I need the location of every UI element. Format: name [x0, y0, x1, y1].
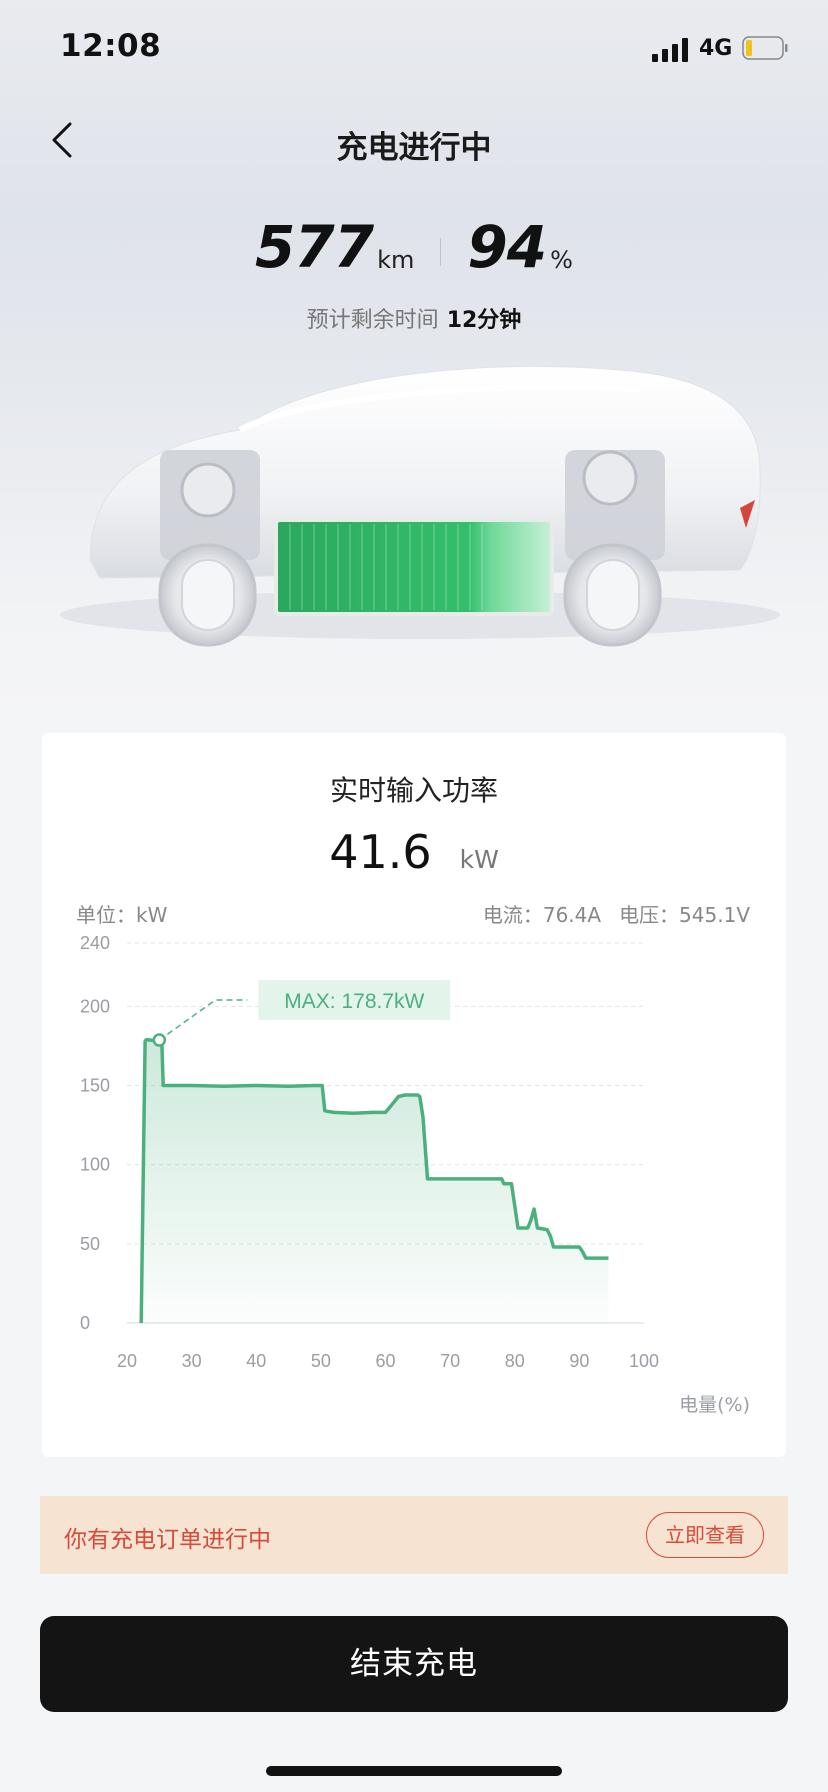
x-tick-label: 100	[629, 1351, 659, 1371]
y-tick-label: 150	[80, 1076, 110, 1096]
signal-icon	[652, 38, 688, 62]
x-tick-label: 40	[246, 1351, 266, 1371]
view-order-button[interactable]: 立即查看	[646, 1512, 764, 1558]
x-axis-label: 电量(%)	[679, 1394, 750, 1416]
range-value: 577	[255, 213, 374, 281]
power-card: 实时输入功率 41.6 kW 单位：kW 电流：76.4A 电压：545.1V 24…	[42, 733, 786, 1457]
page-title: 充电进行中	[336, 130, 492, 166]
x-tick-label: 90	[569, 1351, 589, 1371]
y-tick-label: 240	[80, 933, 110, 953]
order-notice-banner: 你有充电订单进行中 立即查看	[40, 1496, 788, 1574]
power-chart: 240 200 150 100 50 0 20 30 40 50 60 70 80 90 100 电量(%) M…	[80, 933, 750, 1416]
y-tick-label: 0	[80, 1313, 90, 1333]
battery-percent-value: 94	[467, 213, 547, 281]
y-tick-label: 100	[80, 1155, 110, 1175]
home-indicator	[266, 1766, 562, 1776]
x-tick-label: 30	[182, 1351, 202, 1371]
status-time: 12:08	[60, 28, 162, 64]
y-tick-label: 200	[80, 996, 110, 1016]
x-tick-label: 80	[505, 1351, 525, 1371]
status-bar: 12:08 4G	[0, 0, 828, 100]
range-unit: km	[377, 246, 415, 274]
eta-value: 12分钟	[446, 308, 522, 333]
network-label: 4G	[699, 36, 733, 61]
x-tick-label: 50	[311, 1351, 331, 1371]
battery-icon	[742, 36, 788, 60]
eta-label: 预计剩余时间	[306, 308, 439, 333]
order-notice-text: 你有充电订单进行中	[64, 1527, 271, 1553]
series-area	[141, 1039, 609, 1323]
y-tick-label: 50	[80, 1234, 100, 1254]
eta-line: 预计剩余时间 12分钟	[0, 302, 828, 334]
x-tick-label: 20	[117, 1351, 137, 1371]
car-illustration	[60, 365, 780, 647]
end-charging-button[interactable]: 结束充电	[40, 1616, 788, 1712]
battery-percent-unit: %	[550, 246, 573, 274]
max-label: MAX: 178.7kW	[284, 990, 424, 1013]
max-point-marker	[152, 1033, 167, 1047]
nav-bar: 充电进行中	[0, 108, 828, 172]
charge-stats: 577 km 94 %	[0, 218, 828, 288]
stats-divider	[440, 238, 442, 266]
x-tick-label: 60	[375, 1351, 395, 1371]
x-tick-label: 70	[440, 1351, 460, 1371]
